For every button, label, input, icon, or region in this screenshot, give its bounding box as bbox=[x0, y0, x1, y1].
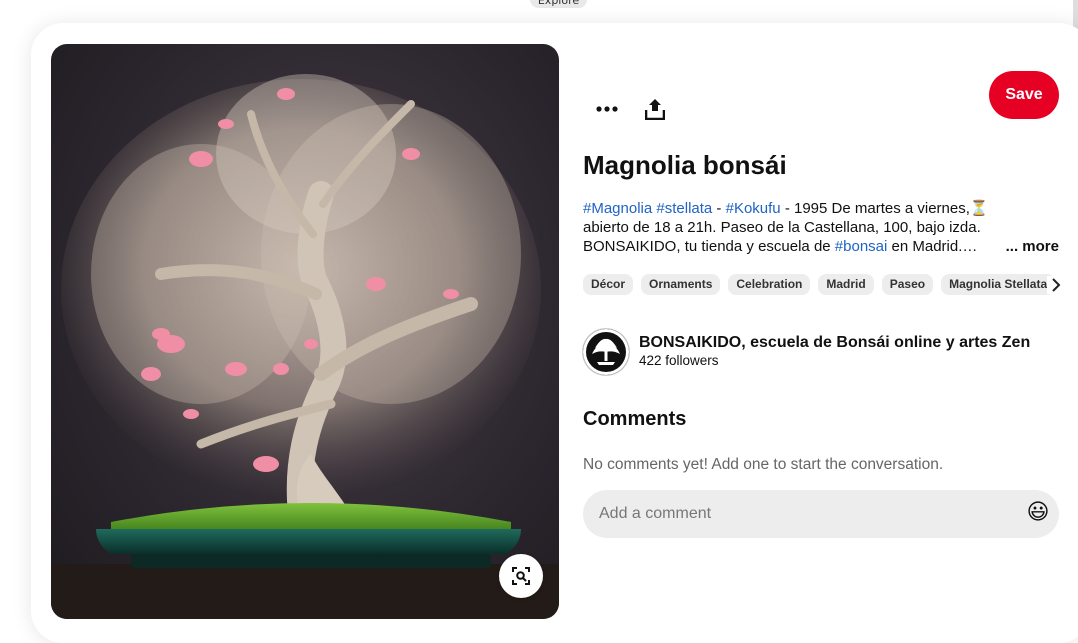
description-text: BONSAIKIDO, tu tienda y escuela de bbox=[583, 238, 835, 255]
hashtag-link[interactable]: #stellata bbox=[656, 200, 712, 217]
creator-name[interactable]: BONSAIKIDO, escuela de Bonsái online y a… bbox=[639, 334, 1030, 352]
tag-pill[interactable]: Magnolia Stellata bbox=[941, 274, 1056, 295]
description-text: - 1995 De martes a viernes,⏳ bbox=[780, 200, 989, 217]
tag-pill[interactable]: Ornaments bbox=[641, 274, 721, 295]
tag-pill[interactable]: Celebration bbox=[728, 274, 811, 295]
pin-title: Magnolia bonsái bbox=[583, 150, 787, 180]
smiley-icon: 😃 bbox=[1026, 500, 1050, 525]
creator-followers: 422 followers bbox=[639, 353, 719, 368]
no-comments-message: No comments yet! Add one to start the co… bbox=[583, 456, 944, 473]
more-options-button[interactable] bbox=[588, 90, 626, 128]
save-button[interactable]: Save bbox=[989, 71, 1059, 119]
emoji-button[interactable]: 😃 bbox=[1023, 498, 1053, 528]
description-text: - bbox=[712, 200, 726, 217]
share-upload-icon bbox=[645, 99, 665, 120]
ellipsis-icon bbox=[596, 106, 618, 112]
hashtag-link[interactable]: #Magnolia bbox=[583, 200, 652, 217]
tags-next-button[interactable] bbox=[1047, 276, 1065, 294]
description-text: en Madrid.… bbox=[887, 238, 978, 255]
description-line-2: abierto de 18 a 21h. Paseo de la Castell… bbox=[583, 219, 981, 236]
comment-box: 😃 bbox=[583, 490, 1059, 538]
bonsai-photo bbox=[51, 74, 559, 619]
hashtag-link[interactable]: #Kokufu bbox=[726, 200, 781, 217]
description-line-1: #Magnolia #stellata - #Kokufu - 1995 De … bbox=[583, 199, 1059, 218]
pin-image[interactable] bbox=[51, 44, 559, 619]
description-line-3: BONSAIKIDO, tu tienda y escuela de #bons… bbox=[583, 237, 1059, 256]
pin-closeup-card: Save Magnolia bonsái #Magnolia #stellata… bbox=[31, 23, 1078, 643]
lens-search-icon bbox=[512, 567, 530, 585]
share-button[interactable] bbox=[636, 90, 674, 128]
visual-search-button[interactable] bbox=[499, 554, 543, 598]
description-more-link[interactable]: ... more bbox=[1006, 237, 1059, 256]
pin-description: #Magnolia #stellata - #Kokufu - 1995 De … bbox=[583, 199, 1059, 256]
comment-input[interactable] bbox=[599, 490, 999, 538]
hashtag-link[interactable]: #bonsai bbox=[835, 238, 888, 255]
chevron-right-icon bbox=[1052, 278, 1061, 292]
explore-tab[interactable]: Explore bbox=[530, 0, 587, 8]
comments-heading: Comments bbox=[583, 408, 687, 430]
creator-avatar[interactable] bbox=[583, 329, 629, 375]
tag-pill[interactable]: Paseo bbox=[881, 274, 934, 295]
tag-pill[interactable]: Décor bbox=[583, 274, 634, 295]
tag-list: Décor Ornaments Celebration Madrid Paseo Magn… bbox=[583, 274, 1078, 296]
tag-pill[interactable]: Madrid bbox=[818, 274, 874, 295]
bonsai-logo-icon bbox=[583, 329, 629, 375]
